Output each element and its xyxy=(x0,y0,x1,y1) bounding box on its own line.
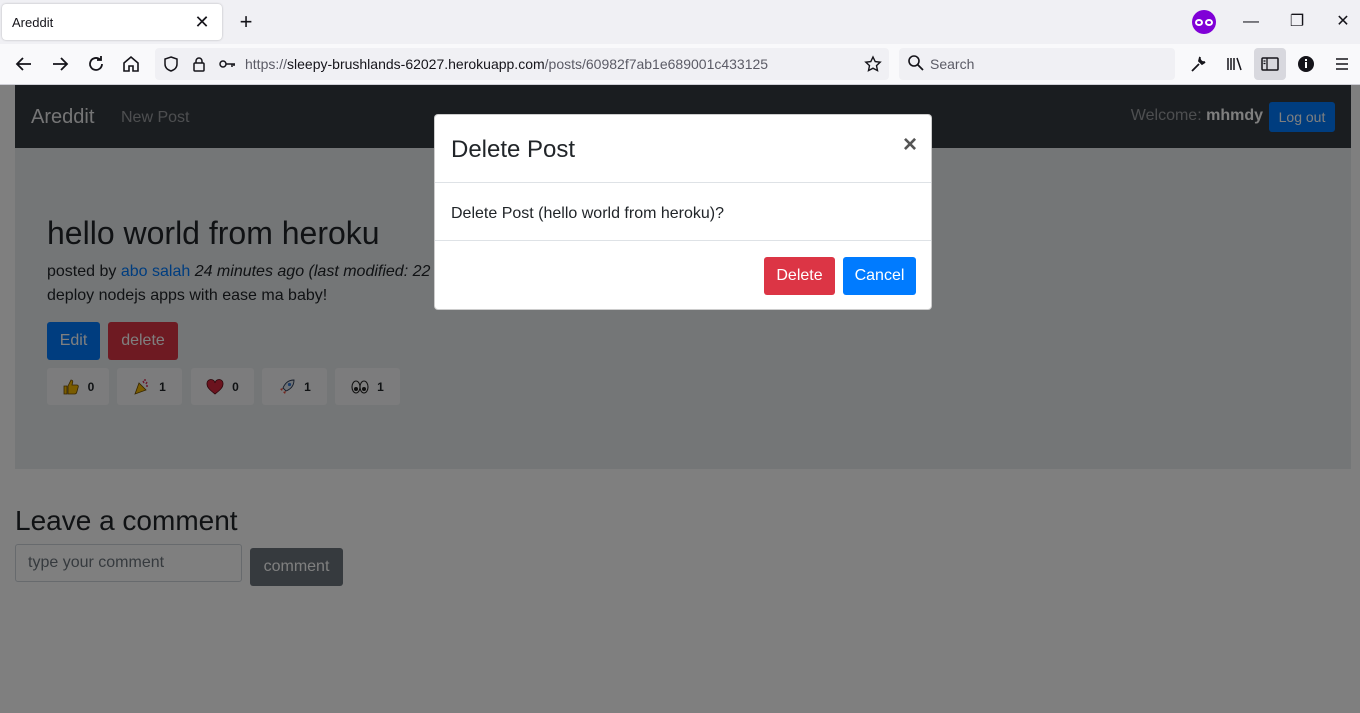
lock-icon[interactable] xyxy=(188,52,210,76)
url-scheme: https:// xyxy=(245,56,288,72)
menu-icon[interactable] xyxy=(1330,52,1354,76)
restore-button[interactable]: ❐ xyxy=(1285,11,1309,33)
modal-message: Delete Post (hello world from heroku)? xyxy=(451,205,725,222)
reload-icon[interactable] xyxy=(84,52,108,76)
modal-header: Delete Post × xyxy=(435,115,931,183)
window-close-button[interactable]: ✕ xyxy=(1331,11,1355,33)
sidebar-icon xyxy=(1261,57,1279,71)
bookmark-star-icon[interactable] xyxy=(862,52,884,76)
forward-icon[interactable] xyxy=(48,52,72,76)
back-icon[interactable] xyxy=(12,52,36,76)
search-icon xyxy=(908,55,924,71)
wrench-icon[interactable] xyxy=(1186,52,1210,76)
search-placeholder: Search xyxy=(930,56,975,72)
confirm-delete-button[interactable]: Delete xyxy=(764,257,835,295)
url-host: sleepy-brushlands-62027.herokuapp.com xyxy=(287,56,545,72)
shield-icon[interactable] xyxy=(160,52,182,76)
url-text[interactable]: https://sleepy-brushlands-62027.herokuap… xyxy=(245,56,768,72)
browser-tab-bar: Areddit ✕ + — ❐ ✕ xyxy=(0,0,1360,44)
sidebar-toggle-button[interactable] xyxy=(1254,48,1286,80)
tab-close-icon[interactable]: ✕ xyxy=(192,12,212,32)
modal-footer: Delete Cancel xyxy=(435,240,931,310)
home-icon[interactable] xyxy=(119,52,143,76)
modal-close-icon[interactable]: × xyxy=(903,133,917,157)
library-icon[interactable] xyxy=(1223,52,1247,76)
delete-post-modal: Delete Post × Delete Post (hello world f… xyxy=(434,114,932,310)
info-icon[interactable] xyxy=(1294,52,1318,76)
browser-toolbar: https://sleepy-brushlands-62027.herokuap… xyxy=(0,44,1360,85)
tab-title: Areddit xyxy=(12,14,54,30)
search-bar[interactable]: Search xyxy=(899,48,1175,80)
minimize-button[interactable]: — xyxy=(1239,11,1263,33)
private-browsing-icon xyxy=(1192,10,1216,34)
key-icon[interactable] xyxy=(216,52,238,76)
modal-title: Delete Post xyxy=(451,136,576,163)
cancel-button[interactable]: Cancel xyxy=(843,257,916,295)
url-bar[interactable]: https://sleepy-brushlands-62027.herokuap… xyxy=(155,48,889,80)
new-tab-button[interactable]: + xyxy=(234,10,258,34)
url-path: /posts/60982f7ab1e689001c433125 xyxy=(544,56,769,72)
browser-tab[interactable]: Areddit ✕ xyxy=(2,4,222,40)
